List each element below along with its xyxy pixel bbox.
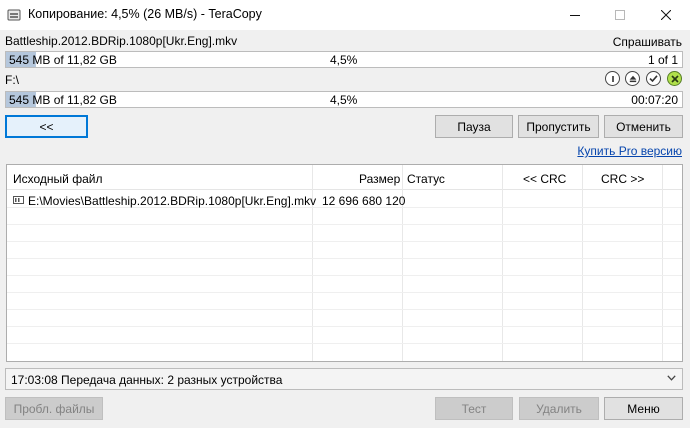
file-list[interactable]: Исходный файл Размер Статус << CRC CRC >… <box>6 164 683 362</box>
row-divider <box>7 326 682 327</box>
skip-button[interactable]: Пропустить <box>518 115 599 138</box>
destination-progress-percent: 4,5% <box>330 93 358 107</box>
maximize-button[interactable] <box>597 0 642 30</box>
destination-progress-size: 545 MB of 11,82 GB <box>9 93 117 107</box>
row-divider <box>7 292 682 293</box>
pause-button[interactable]: Пауза <box>435 115 513 138</box>
info-button[interactable] <box>605 71 620 86</box>
column-crc-source[interactable]: << CRC <box>523 172 566 186</box>
source-progress-count: 1 of 1 <box>647 53 678 67</box>
minimize-button[interactable] <box>552 0 597 30</box>
destination-progress-bar: 545 MB of 11,82 GB 4,5% 00:07:20 <box>5 91 683 108</box>
ask-label[interactable]: Спрашивать <box>613 35 682 49</box>
eject-icon <box>629 75 636 82</box>
app-icon <box>7 9 21 21</box>
cancel-button[interactable]: Отменить <box>604 115 683 138</box>
check-icon <box>649 75 658 83</box>
row-divider <box>7 343 682 344</box>
row-divider <box>7 258 682 259</box>
buy-pro-link[interactable]: Купить Pro версию <box>577 144 682 158</box>
column-divider <box>662 165 663 361</box>
row-divider <box>7 241 682 242</box>
close-green-icon <box>670 74 679 83</box>
title-bar[interactable]: Копирование: 4,5% (26 MB/s) - TeraCopy <box>0 0 690 30</box>
log-status-text: 17:03:08 Передача данных: 2 разных устро… <box>11 373 283 387</box>
row-divider <box>7 309 682 310</box>
chevron-down-icon <box>667 375 676 381</box>
window-title: Копирование: 4,5% (26 MB/s) - TeraCopy <box>28 7 262 21</box>
row-file-size: 12 696 680 120 <box>322 194 406 208</box>
video-file-icon <box>13 196 24 204</box>
column-divider <box>582 165 583 361</box>
column-source-file[interactable]: Исходный файл <box>13 172 102 186</box>
delete-button[interactable]: Удалить <box>519 397 599 420</box>
collapse-button[interactable]: << <box>5 115 88 138</box>
column-crc-dest[interactable]: CRC >> <box>601 172 644 186</box>
row-divider <box>7 224 682 225</box>
check-button[interactable] <box>646 71 661 86</box>
close-icon <box>660 10 671 20</box>
destination-path: F:\ <box>5 73 19 87</box>
close-green-button[interactable] <box>667 71 682 86</box>
close-button[interactable] <box>643 0 688 30</box>
column-divider <box>502 165 503 361</box>
problem-files-button[interactable]: Пробл. файлы <box>5 397 103 420</box>
source-progress-size: 545 MB of 11,82 GB <box>9 53 117 67</box>
source-progress-percent: 4,5% <box>330 53 358 67</box>
column-size[interactable]: Размер <box>359 172 400 186</box>
row-divider <box>7 275 682 276</box>
row-file-path: E:\Movies\Battleship.2012.BDRip.1080p[Uk… <box>28 194 317 208</box>
menu-button[interactable]: Меню <box>604 397 683 420</box>
minimize-icon <box>569 15 580 16</box>
destination-progress-time: 00:07:20 <box>631 93 678 107</box>
log-dropdown[interactable]: 17:03:08 Передача данных: 2 разных устро… <box>5 368 683 390</box>
column-status[interactable]: Статус <box>407 172 445 186</box>
test-button[interactable]: Тест <box>435 397 513 420</box>
info-icon <box>611 75 614 82</box>
maximize-icon <box>614 10 625 20</box>
eject-button[interactable] <box>625 71 640 86</box>
file-list-header: Исходный файл Размер Статус << CRC CRC >… <box>7 165 682 190</box>
source-progress-bar: 545 MB of 11,82 GB 4,5% 1 of 1 <box>5 51 683 68</box>
source-filename: Battleship.2012.BDRip.1080p[Ukr.Eng].mkv <box>5 34 238 48</box>
